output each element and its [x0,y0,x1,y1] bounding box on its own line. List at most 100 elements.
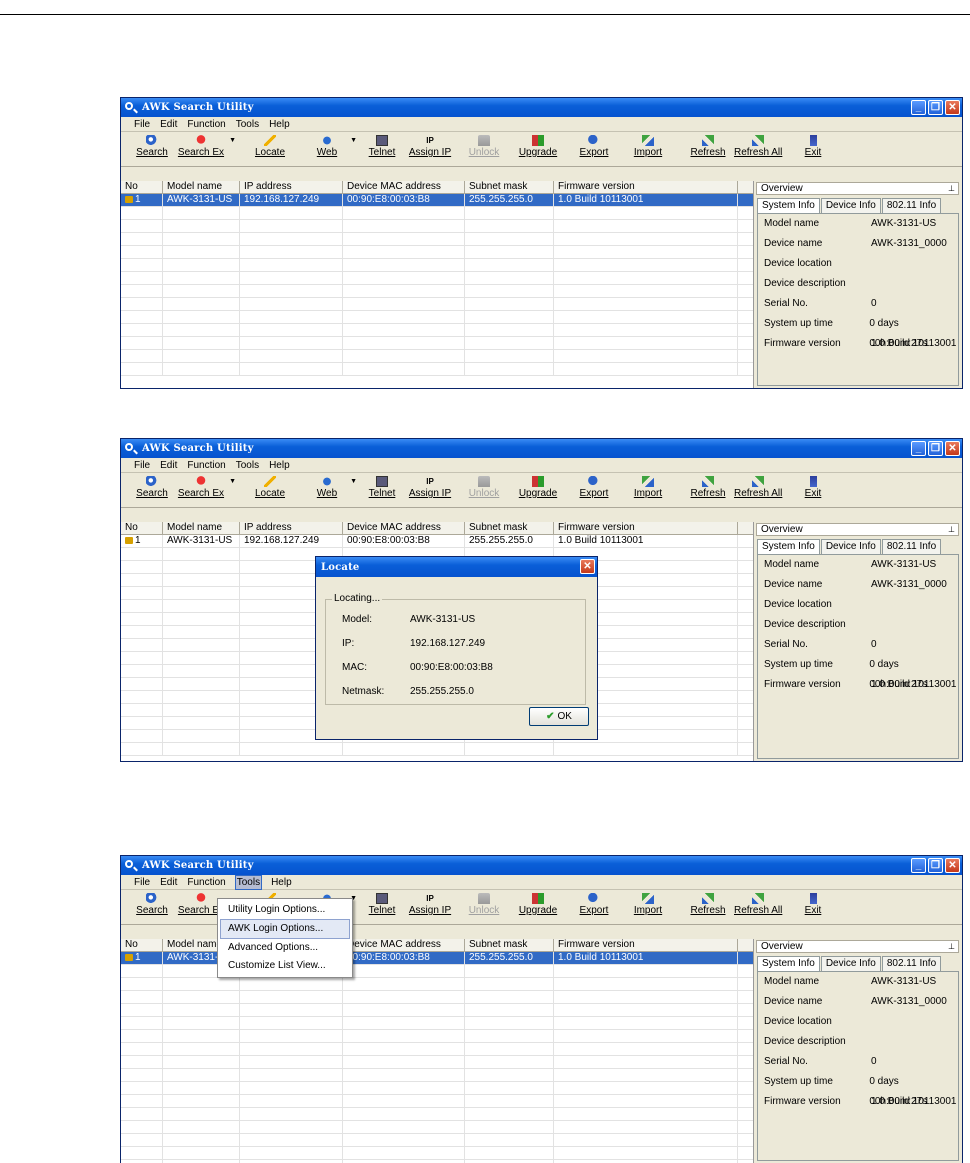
table-row[interactable]: 1 AWK-3131-US 192.168.127.249 00:90:E8:0… [121,952,753,965]
column-ip-address[interactable]: IP address [240,522,343,534]
refresh-button[interactable]: Refresh [688,132,728,163]
menu-tools[interactable]: Tools [234,874,263,890]
tab-device-info[interactable]: Device Info [820,198,881,213]
exit-button[interactable]: Exit [798,473,828,504]
tab-80211-info[interactable]: 802.11 Info [881,198,942,213]
menu-edit[interactable]: Edit [159,118,178,131]
menu-function[interactable]: Function [186,459,226,472]
export-button[interactable]: Export [574,132,614,163]
dropdown-arrow-icon[interactable]: ▼ [350,137,357,144]
ok-button[interactable]: ✔ OK [529,707,589,726]
tab-device-info[interactable]: Device Info [820,956,881,971]
column-firmware-version[interactable]: Firmware version [554,181,738,193]
refresh-button[interactable]: Refresh [688,890,728,921]
restore-button[interactable]: ❐ [928,441,943,456]
device-list[interactable]: No Model name IP address Device MAC addr… [121,181,754,388]
tab-system-info[interactable]: System Info [757,198,820,214]
menu-file[interactable]: File [133,876,151,889]
menu-edit[interactable]: Edit [159,459,178,472]
menu-help[interactable]: Help [270,876,293,889]
tab-80211-info[interactable]: 802.11 Info [881,956,942,971]
minimize-button[interactable]: _ [911,858,926,873]
column-subnet-mask[interactable]: Subnet mask [465,939,554,951]
unlock-button[interactable]: Unlock [464,473,504,504]
title-bar[interactable]: AWK Search Utility _ ❐ ✕ [121,439,962,458]
close-button[interactable]: ✕ [945,858,960,873]
unlock-button[interactable]: Unlock [464,132,504,163]
title-bar[interactable]: AWK Search Utility _ ❐ ✕ [121,856,962,875]
menu-function[interactable]: Function [186,876,226,889]
column-model-name[interactable]: Model name [163,181,240,193]
minimize-button[interactable]: _ [911,100,926,115]
search-button[interactable]: Search [130,132,174,163]
menu-file[interactable]: File [133,118,151,131]
column-firmware-version[interactable]: Firmware version [554,522,738,534]
menu-item-advanced-options[interactable]: Advanced Options... [218,939,352,957]
column-firmware-version[interactable]: Firmware version [554,939,738,951]
import-button[interactable]: Import [628,890,668,921]
column-mac-address[interactable]: Device MAC address [343,181,465,193]
telnet-button[interactable]: Telnet [362,890,402,921]
dropdown-arrow-icon[interactable]: ▼ [350,478,357,485]
tab-system-info[interactable]: System Info [757,956,820,972]
assign-ip-button[interactable]: IP Assign IP [408,132,452,163]
tab-device-info[interactable]: Device Info [820,539,881,554]
menu-help[interactable]: Help [268,118,291,131]
pin-icon[interactable]: ⊥ [948,183,955,194]
column-mac-address[interactable]: Device MAC address [343,939,465,951]
locate-button[interactable]: Locate [248,473,292,504]
column-subnet-mask[interactable]: Subnet mask [465,522,554,534]
pin-icon[interactable]: ⊥ [948,524,955,535]
table-row[interactable]: 1 AWK-3131-US 192.168.127.249 00:90:E8:0… [121,535,753,548]
export-button[interactable]: Export [574,890,614,921]
dropdown-arrow-icon[interactable]: ▼ [229,137,236,144]
column-no[interactable]: No [121,522,163,534]
telnet-button[interactable]: Telnet [362,132,402,163]
column-no[interactable]: No [121,939,163,951]
refresh-all-button[interactable]: Refresh All [734,890,782,921]
search-button[interactable]: Search [130,473,174,504]
column-no[interactable]: No [121,181,163,193]
exit-button[interactable]: Exit [798,132,828,163]
menu-edit[interactable]: Edit [159,876,178,889]
refresh-all-button[interactable]: Refresh All [734,132,782,163]
close-button[interactable]: ✕ [945,441,960,456]
locate-button[interactable]: Locate [248,132,292,163]
search-button[interactable]: Search [130,890,174,921]
import-button[interactable]: Import [628,473,668,504]
pin-icon[interactable]: ⊥ [948,941,955,952]
restore-button[interactable]: ❐ [928,858,943,873]
minimize-button[interactable]: _ [911,441,926,456]
menu-item-awk-login-options[interactable]: AWK Login Options... [220,919,350,939]
telnet-button[interactable]: Telnet [362,473,402,504]
dropdown-arrow-icon[interactable]: ▼ [229,478,236,485]
unlock-button[interactable]: Unlock [464,890,504,921]
table-row[interactable]: 1 AWK-3131-US 192.168.127.249 00:90:E8:0… [121,194,753,207]
menu-function[interactable]: Function [186,118,226,131]
export-button[interactable]: Export [574,473,614,504]
menu-tools[interactable]: Tools [235,118,260,131]
column-ip-address[interactable]: IP address [240,181,343,193]
upgrade-button[interactable]: Upgrade [516,473,560,504]
assign-ip-button[interactable]: IP Assign IP [408,473,452,504]
close-button[interactable]: ✕ [945,100,960,115]
tab-80211-info[interactable]: 802.11 Info [881,539,942,554]
column-subnet-mask[interactable]: Subnet mask [465,181,554,193]
tab-system-info[interactable]: System Info [757,539,820,555]
refresh-button[interactable]: Refresh [688,473,728,504]
import-button[interactable]: Import [628,132,668,163]
upgrade-button[interactable]: Upgrade [516,132,560,163]
menu-tools[interactable]: Tools [235,459,260,472]
assign-ip-button[interactable]: IP Assign IP [408,890,452,921]
menu-item-utility-login-options[interactable]: Utility Login Options... [218,901,352,919]
menu-item-customize-list-view[interactable]: Customize List View... [218,957,352,975]
menu-help[interactable]: Help [268,459,291,472]
upgrade-button[interactable]: Upgrade [516,890,560,921]
search-ex-button[interactable]: Search Ex ▼ [176,473,236,504]
restore-button[interactable]: ❐ [928,100,943,115]
exit-button[interactable]: Exit [798,890,828,921]
refresh-all-button[interactable]: Refresh All [734,473,782,504]
column-mac-address[interactable]: Device MAC address [343,522,465,534]
device-list[interactable]: No Model name IP address Device MAC addr… [121,939,754,1163]
column-model-name[interactable]: Model name [163,522,240,534]
